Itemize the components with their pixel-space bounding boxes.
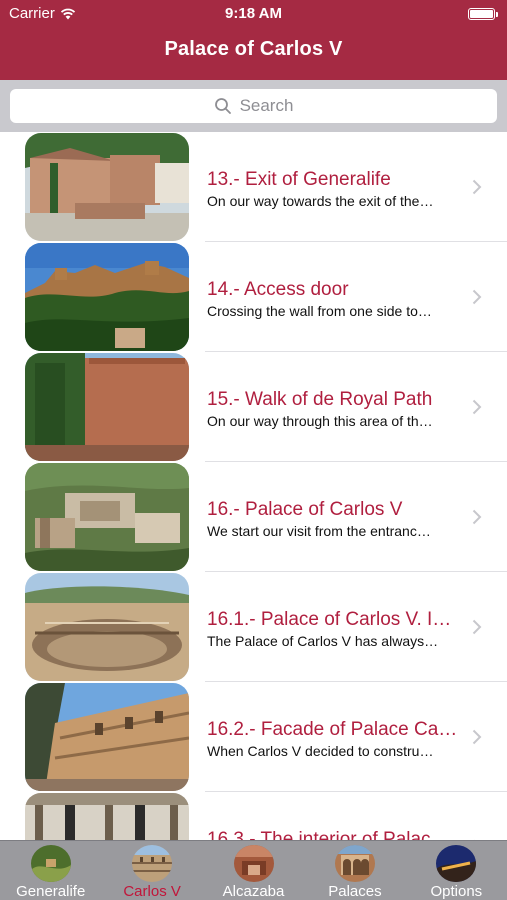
tab-bar: Generalife Carlos V Alcazaba Palaces Opt… xyxy=(0,840,507,900)
chevron-right-icon xyxy=(472,729,482,745)
search-placeholder: Search xyxy=(239,96,294,115)
chevron-right-icon xyxy=(472,289,482,305)
item-title: 15.- Walk of de Royal Path xyxy=(207,389,433,410)
item-title: 16.1.- Palace of Carlos V. I… xyxy=(207,609,452,630)
circular-courtyard-thumbnail xyxy=(25,573,189,681)
item-title: 13.- Exit of Generalife xyxy=(207,169,391,190)
chevron-right-icon xyxy=(472,179,482,195)
tab-alcazaba[interactable]: Alcazaba xyxy=(203,841,304,900)
item-subtitle: On our way towards the exit of the… xyxy=(207,193,434,209)
interior-thumbnail xyxy=(25,793,189,840)
chevron-right-icon xyxy=(472,509,482,525)
battery-icon xyxy=(468,8,498,20)
carlos-v-tab-icon xyxy=(132,845,173,882)
item-title: 14.- Access door xyxy=(207,279,349,300)
item-title: 16.- Palace of Carlos V xyxy=(207,499,403,520)
item-subtitle: Crossing the wall from one side to… xyxy=(207,303,432,319)
status-bar: Carrier 9:18 AM xyxy=(0,0,507,28)
list-item[interactable]: 16.1.- Palace of Carlos V. I… The Palace… xyxy=(0,572,507,682)
generalife-exit-thumbnail xyxy=(25,133,189,241)
generalife-tab-icon xyxy=(30,845,71,882)
search-icon xyxy=(214,98,231,114)
options-tab-icon xyxy=(436,845,477,882)
palaces-tab-icon xyxy=(334,845,375,882)
tab-generalife[interactable]: Generalife xyxy=(0,841,101,900)
tab-options[interactable]: Options xyxy=(406,841,507,900)
chevron-right-icon xyxy=(472,399,482,415)
page-title: Palace of Carlos V xyxy=(164,38,343,60)
item-subtitle: We start our visit from the entranc… xyxy=(207,523,431,539)
navigation-header: Carrier 9:18 AM Palace of Carlos V xyxy=(0,0,507,80)
tower-thumbnail xyxy=(25,353,189,461)
facade-thumbnail xyxy=(25,683,189,791)
list-item[interactable]: 16.- Palace of Carlos V We start our vis… xyxy=(0,462,507,572)
list-item[interactable]: 16.3.- The interior of Palac… xyxy=(0,792,507,840)
alcazaba-tab-icon xyxy=(233,845,274,882)
tab-label: Palaces xyxy=(328,883,382,900)
item-title: 16.3.- The interior of Palac… xyxy=(207,829,450,840)
search-bar: Search xyxy=(0,80,507,132)
tab-carlos-v[interactable]: Carlos V xyxy=(101,841,202,900)
item-title: 16.2.- Facade of Palace Ca… xyxy=(207,719,458,740)
list-item[interactable]: 16.2.- Facade of Palace Ca… When Carlos … xyxy=(0,682,507,792)
tab-palaces[interactable]: Palaces xyxy=(304,841,405,900)
list-item[interactable]: 15.- Walk of de Royal Path On our way th… xyxy=(0,352,507,462)
item-subtitle: When Carlos V decided to constru… xyxy=(207,743,434,759)
status-time: 9:18 AM xyxy=(225,5,282,22)
item-subtitle: The Palace of Carlos V has always… xyxy=(207,633,439,649)
list-item[interactable]: 13.- Exit of Generalife On our way towar… xyxy=(0,132,507,242)
item-subtitle: On our way through this area of th… xyxy=(207,413,433,429)
tab-label: Options xyxy=(430,883,483,900)
search-input[interactable]: Search xyxy=(10,89,497,123)
chevron-right-icon xyxy=(472,619,482,635)
stops-list: 13.- Exit of Generalife On our way towar… xyxy=(0,132,507,840)
tab-label: Carlos V xyxy=(123,883,181,900)
aerial-palace-thumbnail xyxy=(25,463,189,571)
alhambra-hill-thumbnail xyxy=(25,243,189,351)
list-item[interactable]: 14.- Access door Crossing the wall from … xyxy=(0,242,507,352)
tab-label: Alcazaba xyxy=(222,883,285,900)
tab-label: Generalife xyxy=(16,883,86,900)
